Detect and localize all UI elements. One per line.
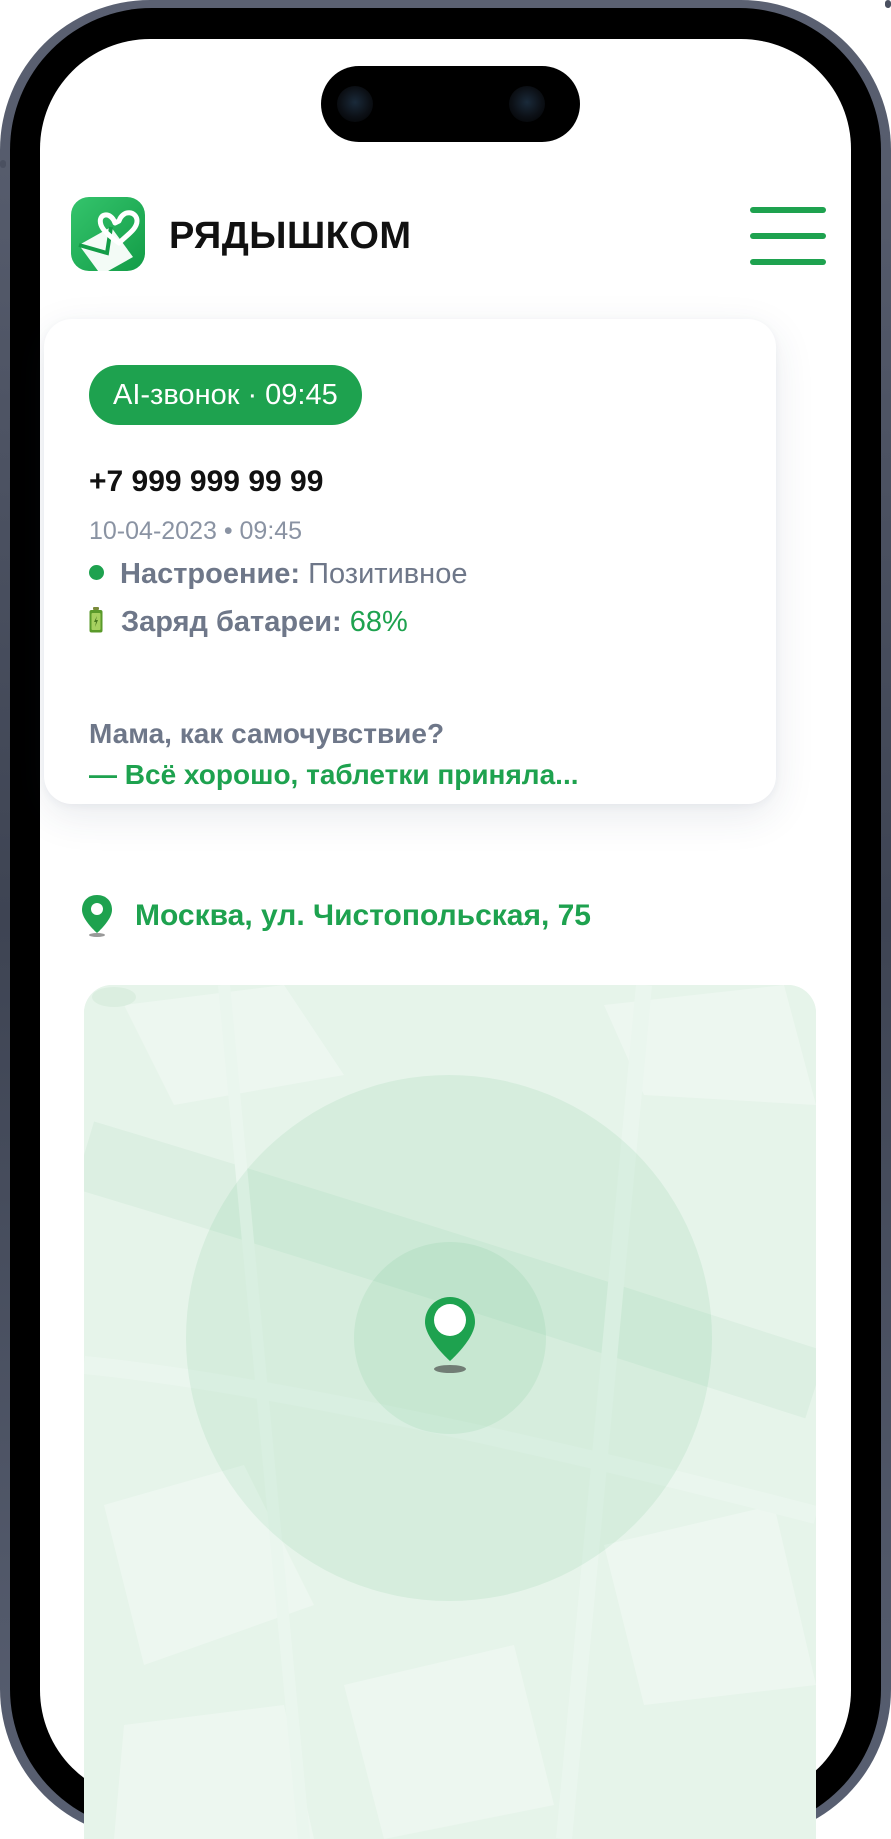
- status-dot-icon: [89, 564, 104, 580]
- mood-label: Настроение:: [120, 558, 301, 590]
- mood-value: Позитивное: [308, 558, 468, 590]
- battery-row: Заряд батареи: 68%: [89, 606, 408, 639]
- phone-number: +7 999 999 99 99: [89, 465, 324, 498]
- map-location-pin-icon[interactable]: [423, 1295, 477, 1375]
- location-address-row[interactable]: Москва, ул. Чистопольская, 75: [80, 893, 780, 939]
- call-answer: — Всё хорошо, таблетки приняла...: [89, 759, 579, 790]
- dynamic-island: [321, 66, 580, 142]
- camera-icon: [337, 86, 373, 122]
- battery-icon: [89, 607, 103, 633]
- map-view[interactable]: [84, 985, 816, 1839]
- call-question: Мама, как самочувствие?: [89, 718, 445, 749]
- battery-label: Заряд батареи:: [121, 606, 342, 638]
- heart-envelope-icon[interactable]: [71, 197, 145, 271]
- ai-call-badge: AI-звонок · 09:45: [89, 365, 362, 425]
- battery-value: 68%: [349, 606, 408, 638]
- phone-side-button: [0, 160, 6, 168]
- sensor-icon: [509, 86, 545, 122]
- address-text: Москва, ул. Чистопольская, 75: [135, 899, 591, 932]
- brand-name: РЯДЫШКОМ: [169, 215, 412, 257]
- call-card[interactable]: AI-звонок · 09:45 +7 999 999 99 99 10-04…: [44, 319, 776, 804]
- phone-side-button: [885, 0, 891, 8]
- map-pin-icon: [82, 895, 112, 937]
- app-header: РЯДЫШКОМ: [71, 197, 826, 277]
- call-datetime: 10-04-2023 • 09:45: [89, 517, 303, 545]
- mood-row: Настроение: Позитивное: [89, 558, 467, 591]
- hamburger-menu-icon[interactable]: [750, 207, 828, 267]
